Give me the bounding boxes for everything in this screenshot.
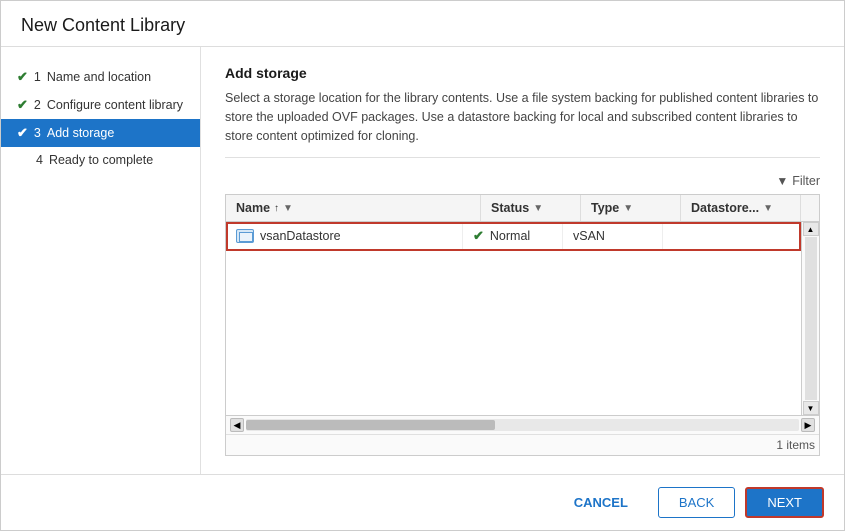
scroll-up-button[interactable]: ▲: [803, 222, 819, 236]
datastore-icon: [236, 229, 254, 243]
datastore-table: Name ↑ ▼ Status ▼ Type ▼ Datastore...: [225, 194, 820, 456]
section-title: Add storage: [225, 65, 820, 81]
col-scrollbar-head: [801, 195, 819, 221]
check-icon-step1: ✔: [17, 69, 28, 85]
col-name[interactable]: Name ↑ ▼: [226, 195, 481, 221]
col-datastore[interactable]: Datastore... ▼: [681, 195, 801, 221]
content-area: Add storage Select a storage location fo…: [201, 47, 844, 474]
sidebar-item-step3[interactable]: ✔ 3 Add storage: [1, 119, 200, 147]
cell-datastore: [663, 222, 783, 250]
filter-row: ▼ Filter: [225, 174, 820, 188]
table-header: Name ↑ ▼ Status ▼ Type ▼ Datastore...: [226, 195, 819, 222]
new-content-library-dialog: New Content Library ✔ 1 Name and locatio…: [0, 0, 845, 531]
filter-icon: ▼: [776, 174, 788, 188]
sidebar-item-step4[interactable]: 4 Ready to complete: [1, 147, 200, 173]
chevron-type: ▼: [623, 203, 633, 214]
scroll-down-button[interactable]: ▼: [803, 401, 819, 415]
sidebar-label-step3: Add storage: [47, 126, 114, 140]
cell-status: ✔ Normal: [463, 222, 563, 250]
scroll-left-button[interactable]: ◀: [230, 418, 244, 432]
sidebar-label-step2: Configure content library: [47, 98, 183, 112]
dialog-header: New Content Library: [1, 1, 844, 47]
sidebar-item-step1[interactable]: ✔ 1 Name and location: [1, 63, 200, 91]
dialog-footer: CANCEL BACK NEXT: [1, 474, 844, 530]
chevron-status: ▼: [533, 203, 543, 214]
scroll-track-v: [805, 237, 817, 400]
check-icon-step3: ✔: [17, 125, 28, 141]
scroll-thumb: [246, 420, 495, 430]
cancel-button[interactable]: CANCEL: [554, 487, 648, 518]
next-button[interactable]: NEXT: [745, 487, 824, 518]
chevron-name: ▼: [283, 203, 293, 214]
horizontal-scrollbar[interactable]: ◀ ▶: [226, 415, 819, 434]
back-button[interactable]: BACK: [658, 487, 735, 518]
chevron-datastore: ▼: [763, 203, 773, 214]
sidebar: ✔ 1 Name and location ✔ 2 Configure cont…: [1, 47, 201, 474]
check-icon-step2: ✔: [17, 97, 28, 113]
scroll-track-h: [246, 419, 799, 431]
cell-name: vsanDatastore: [226, 222, 463, 250]
table-row[interactable]: vsanDatastore ✔ Normal vSAN: [226, 222, 801, 251]
sidebar-label-step1: Name and location: [47, 70, 151, 84]
status-check-icon: ✔: [473, 228, 484, 244]
sidebar-item-step2[interactable]: ✔ 2 Configure content library: [1, 91, 200, 119]
scroll-right-button[interactable]: ▶: [801, 418, 815, 432]
items-count: 1 items: [226, 434, 819, 455]
table-body: vsanDatastore ✔ Normal vSAN: [226, 222, 801, 415]
cell-type: vSAN: [563, 222, 663, 250]
vertical-scrollbar[interactable]: ▲ ▼: [801, 222, 819, 415]
col-status[interactable]: Status ▼: [481, 195, 581, 221]
dialog-body: ✔ 1 Name and location ✔ 2 Configure cont…: [1, 47, 844, 474]
sort-arrow-name: ↑: [274, 203, 279, 214]
col-type[interactable]: Type ▼: [581, 195, 681, 221]
sidebar-label-step4: Ready to complete: [49, 153, 153, 167]
section-desc: Select a storage location for the librar…: [225, 89, 820, 158]
dialog-title: New Content Library: [21, 15, 824, 36]
filter-label: Filter: [792, 174, 820, 188]
